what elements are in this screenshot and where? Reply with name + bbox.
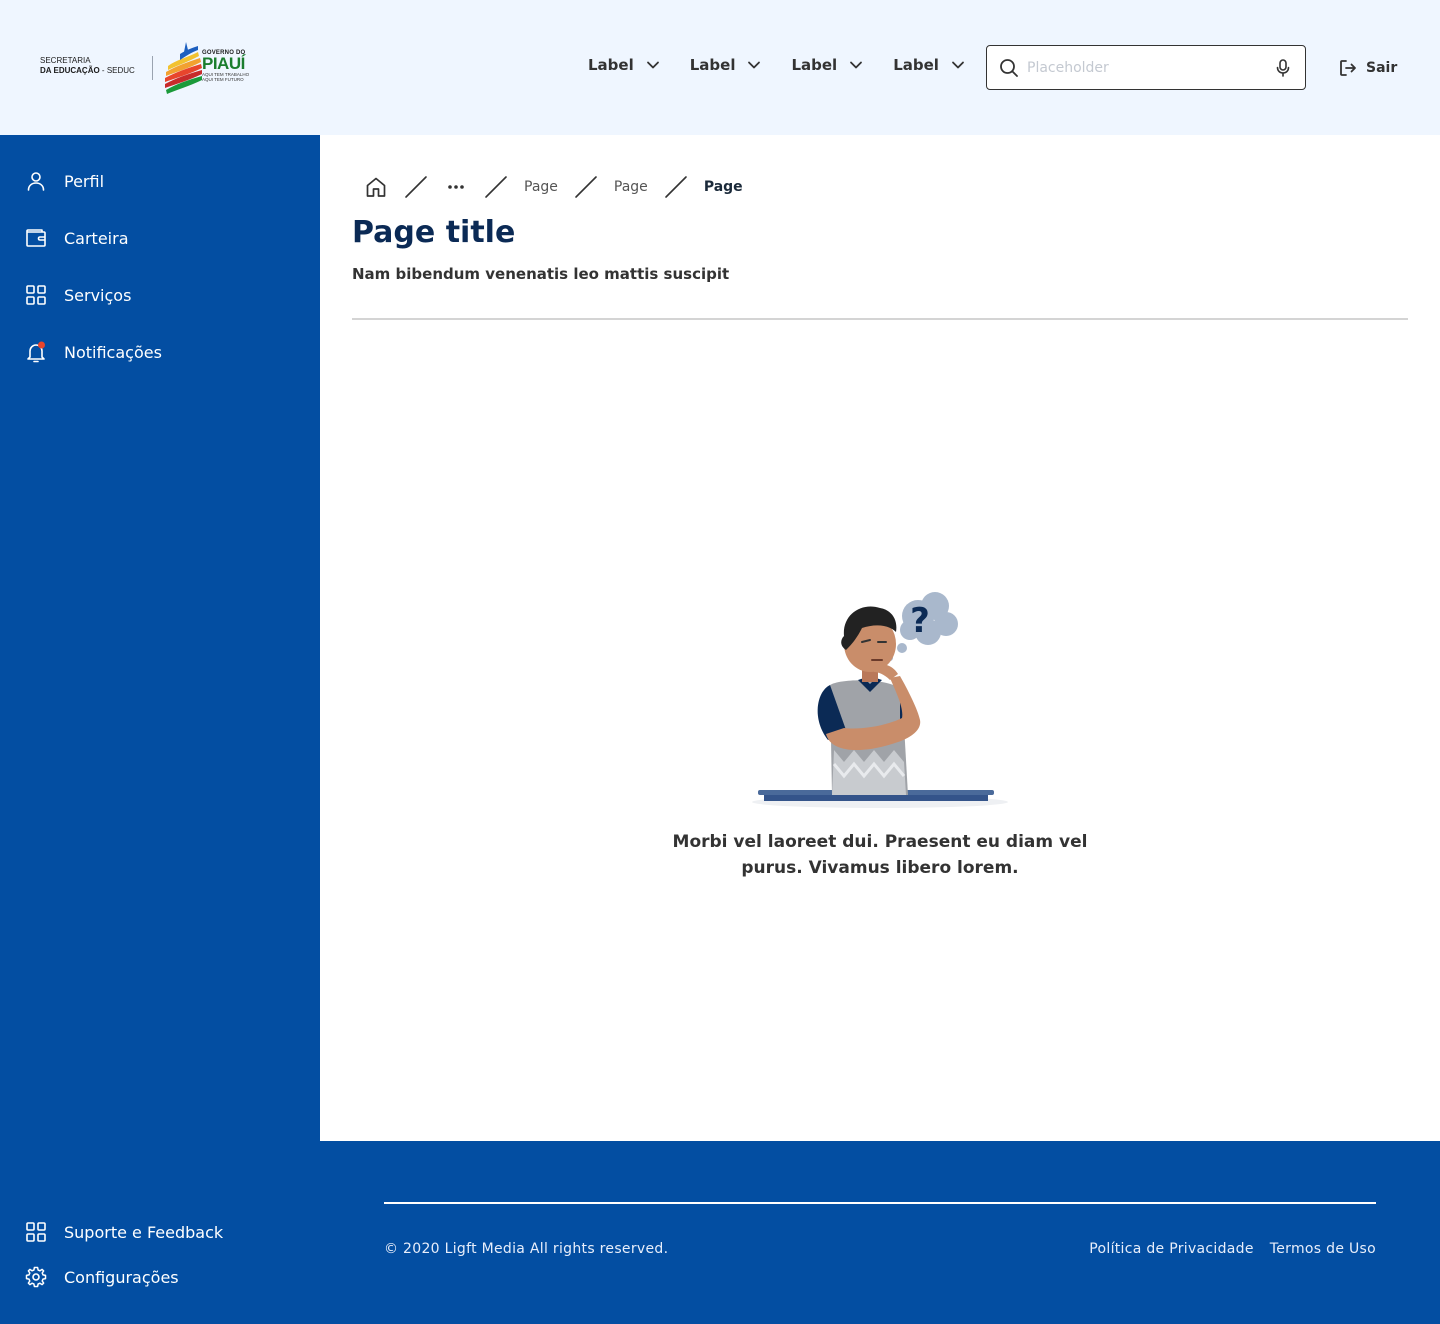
- logout-button[interactable]: Sair: [1338, 58, 1397, 78]
- search-box: [986, 45, 1306, 90]
- sidebar-item-servicos[interactable]: Serviços: [24, 283, 131, 307]
- terms-of-use-link[interactable]: Termos de Uso: [1270, 1241, 1376, 1257]
- sidebar-item-suporte[interactable]: Suporte e Feedback: [24, 1220, 223, 1244]
- more-horizontal-icon[interactable]: [444, 175, 468, 199]
- footer-divider: [384, 1202, 1376, 1204]
- secretaria-text: SECRETARIA DA EDUCAÇÃO - SEDUC: [40, 56, 135, 75]
- home-icon[interactable]: [364, 175, 388, 199]
- empty-state-message: Morbi vel laoreet dui. Praesent eu diam …: [672, 832, 1088, 878]
- microphone-icon[interactable]: [1273, 58, 1293, 78]
- divider: [352, 318, 1408, 320]
- chevron-down-icon: [850, 61, 863, 69]
- breadcrumb: Page Page Page: [364, 175, 743, 199]
- grid-icon: [26, 1222, 46, 1242]
- wallet-icon: [26, 229, 46, 247]
- breadcrumb-link[interactable]: Page: [614, 179, 648, 195]
- breadcrumb-link[interactable]: Page: [524, 179, 558, 195]
- nav-item-4[interactable]: Label: [893, 56, 965, 74]
- page-subtitle: Nam bibendum venenatis leo mattis suscip…: [352, 265, 730, 283]
- search-icon: [1000, 58, 1018, 77]
- breadcrumb-separator-icon: [485, 176, 507, 198]
- sidebar-item-configuracoes[interactable]: Configurações: [24, 1265, 179, 1289]
- breadcrumb-current: Page: [703, 179, 743, 195]
- sidebar-item-perfil[interactable]: Perfil: [24, 169, 104, 193]
- breadcrumb-separator-icon: [665, 176, 687, 198]
- search-input[interactable]: [1027, 59, 1273, 76]
- header: SECRETARIA DA EDUCAÇÃO - SEDUC GOVERNO D…: [0, 0, 1440, 135]
- logout-icon: [1340, 60, 1356, 76]
- seduc-logo[interactable]: SECRETARIA DA EDUCAÇÃO - SEDUC GOVERNO D…: [40, 38, 260, 98]
- user-icon: [27, 172, 45, 191]
- nav-item-1[interactable]: Label: [588, 56, 660, 74]
- breadcrumb-separator-icon: [575, 176, 597, 198]
- grid-icon: [26, 285, 46, 305]
- page-title: Page title: [352, 215, 516, 250]
- copyright-text: © 2020 Ligft Media All rights reserved.: [384, 1241, 669, 1257]
- chevron-down-icon: [952, 61, 964, 69]
- logo-divider: [152, 56, 153, 80]
- bell-icon: [27, 341, 45, 363]
- top-nav: Label Label Label Label: [588, 56, 965, 74]
- main-content: Page Page Page Page title Nam bibendum v…: [320, 135, 1440, 1141]
- footer-links: Política de Privacidade Termos de Uso: [1089, 1241, 1376, 1257]
- sidebar-item-notificacoes[interactable]: Notificações: [24, 340, 162, 364]
- nav-item-3[interactable]: Label: [791, 56, 863, 74]
- sidebar-item-carteira[interactable]: Carteira: [24, 226, 129, 250]
- breadcrumb-separator-icon: [405, 176, 427, 198]
- thinking-person-illustration: ?: [752, 592, 1008, 808]
- chevron-down-icon: [646, 61, 659, 69]
- gear-icon: [25, 1266, 47, 1288]
- svg-text:?: ?: [910, 601, 930, 641]
- governo-piaui-text: GOVERNO DO PIAUÍ AQUI TEM TRABALHO AQUI …: [202, 50, 250, 82]
- chevron-down-icon: [748, 61, 761, 69]
- footer: © 2020 Ligft Media All rights reserved. …: [320, 1141, 1440, 1324]
- sidebar: Perfil Carteira Serviços Notificações Su…: [0, 135, 320, 1324]
- nav-item-2[interactable]: Label: [690, 56, 762, 74]
- privacy-policy-link[interactable]: Política de Privacidade: [1089, 1241, 1254, 1257]
- piaui-flag-icon: [165, 42, 202, 94]
